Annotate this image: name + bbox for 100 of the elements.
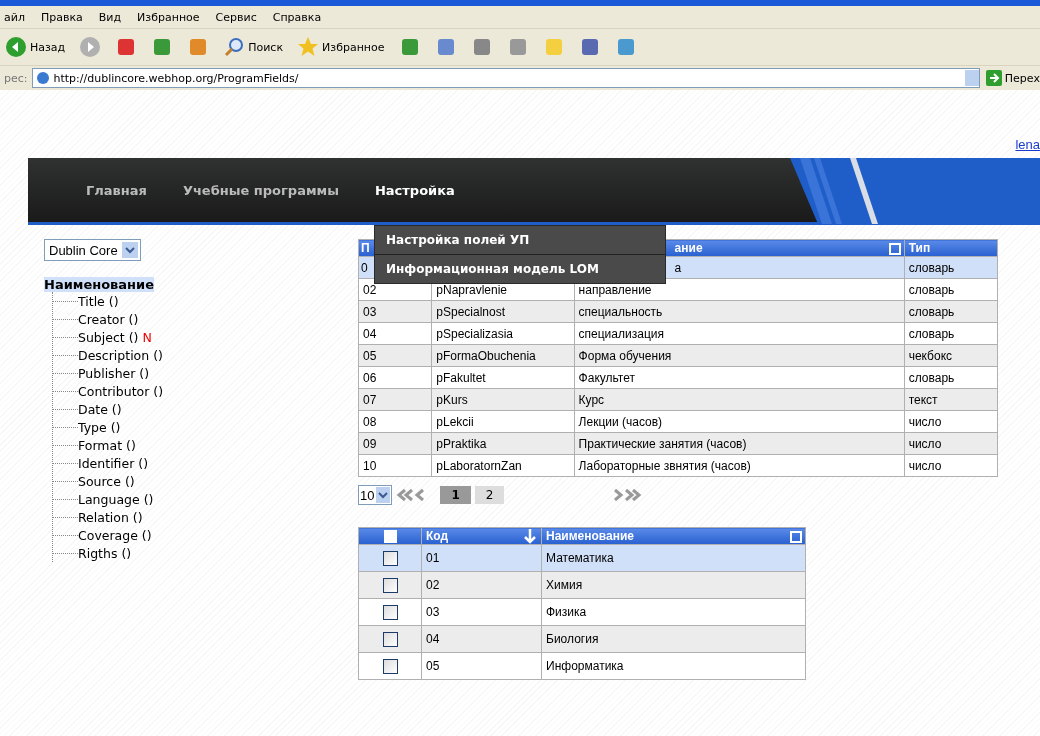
- table-cell: pLaboratornZan: [436, 458, 522, 473]
- toolbar-button[interactable]: Поиск: [218, 36, 289, 58]
- row-checkbox[interactable]: [382, 604, 398, 620]
- tree-item[interactable]: Subject (): [78, 329, 139, 345]
- table-cell: текст: [908, 392, 938, 407]
- star-icon: [297, 36, 320, 58]
- table-cell: 08: [363, 414, 377, 429]
- table-cell: словарь: [908, 282, 955, 297]
- tree-item[interactable]: Coverage (): [78, 527, 152, 543]
- table-cell: 10: [363, 458, 377, 473]
- table-cell: pNapravlenie: [436, 282, 508, 297]
- table-cell: словарь: [908, 326, 955, 341]
- column-header[interactable]: Тип: [908, 241, 931, 255]
- nav-item[interactable]: Настройка: [374, 182, 455, 198]
- browser-menu-item[interactable]: Сервис: [215, 10, 257, 24]
- page-tab[interactable]: 1: [440, 486, 471, 504]
- tree-root-item[interactable]: Наименование: [44, 277, 155, 292]
- row-checkbox[interactable]: [382, 631, 398, 647]
- tree-item[interactable]: Type (): [78, 419, 121, 435]
- flag-mark: N: [142, 329, 152, 345]
- table-cell: pPraktika: [436, 436, 487, 451]
- table-cell: 0: [361, 260, 368, 275]
- go-button[interactable]: Перех: [983, 70, 1040, 86]
- table-cell: 04: [426, 632, 440, 646]
- tree-item[interactable]: Language (): [78, 491, 154, 507]
- table-cell: pFormaObuchenia: [436, 348, 536, 363]
- table-cell: специальность: [578, 304, 663, 319]
- go-arrow-icon: [985, 70, 1002, 86]
- table-cell: pLekcii: [436, 414, 474, 429]
- table-cell: Факультет: [578, 370, 635, 385]
- column-header[interactable]: Код: [426, 529, 449, 543]
- browser-menu-item[interactable]: Вид: [98, 10, 122, 24]
- browser-menu-item[interactable]: Правка: [40, 10, 83, 24]
- table-cell: pSpecializasia: [436, 326, 514, 341]
- table-cell: pSpecialnost: [436, 304, 506, 319]
- tree-item[interactable]: Publisher (): [78, 365, 150, 381]
- browser-menu-item[interactable]: Избранное: [137, 10, 200, 24]
- table-cell: словарь: [908, 304, 955, 319]
- address-field[interactable]: http://dublincore.webhop.org/ProgramFields/: [31, 68, 980, 88]
- table-cell: 03: [363, 304, 377, 319]
- tree-item[interactable]: Date (): [78, 401, 122, 417]
- browser-menu-item[interactable]: Справка: [272, 10, 322, 24]
- tree-item[interactable]: Format (): [78, 437, 136, 453]
- table-cell: Форма обучения: [578, 348, 672, 363]
- table-cell: 04: [363, 326, 377, 341]
- table-cell: число: [908, 458, 942, 473]
- table-cell: 03: [426, 605, 440, 619]
- table-cell: 06: [363, 370, 377, 385]
- browser-menu-item[interactable]: айл: [4, 10, 25, 24]
- user-link[interactable]: lena: [1015, 137, 1040, 152]
- tree-item[interactable]: Description (): [78, 347, 163, 363]
- tree-item[interactable]: Identifier (): [78, 455, 149, 471]
- table-cell: направление: [578, 282, 652, 297]
- toolbar-button[interactable]: Избранное: [292, 36, 390, 58]
- page-tab[interactable]: 2: [474, 486, 505, 504]
- table-cell: число: [908, 436, 942, 451]
- table-cell: pFakultet: [436, 370, 486, 385]
- schema-select[interactable]: Dublin Core: [44, 239, 141, 261]
- row-checkbox[interactable]: [382, 658, 398, 674]
- table-cell: Лекции (часов): [578, 414, 663, 429]
- nav-item[interactable]: Главная: [86, 182, 147, 198]
- table-cell: Математика: [546, 551, 614, 565]
- table-cell: 05: [363, 348, 377, 363]
- table-cell: словарь: [908, 260, 955, 275]
- table-cell: Физика: [546, 605, 587, 619]
- tree-item[interactable]: Rigths (): [78, 545, 132, 561]
- column-header[interactable]: ание: [674, 241, 703, 255]
- table-cell: 02: [363, 282, 377, 297]
- tree-item[interactable]: Relation (): [78, 509, 143, 525]
- sort-down-icon[interactable]: [523, 528, 537, 544]
- dropdown-menu-item[interactable]: Информационная модель LOM: [375, 254, 665, 283]
- row-checkbox[interactable]: [382, 550, 398, 566]
- tree-item[interactable]: Creator (): [78, 311, 139, 327]
- table-cell: pKurs: [436, 392, 468, 407]
- table-cell: словарь: [908, 370, 955, 385]
- address-dropdown-button[interactable]: [964, 70, 979, 86]
- column-menu-icon[interactable]: [888, 243, 901, 255]
- table-cell: Биология: [546, 632, 599, 646]
- column-header[interactable]: П: [361, 241, 370, 255]
- row-checkbox[interactable]: [382, 577, 398, 593]
- table-cell: Химия: [546, 578, 583, 592]
- table-cell: 02: [426, 578, 440, 592]
- table-cell: 05: [426, 659, 440, 673]
- tree-item[interactable]: Source (): [78, 473, 135, 489]
- nav-item[interactable]: Учебные программы: [182, 182, 339, 198]
- table-cell: Информатика: [546, 659, 624, 673]
- tree-item[interactable]: Title (): [78, 293, 119, 309]
- table-cell: Курс: [578, 392, 605, 407]
- table-cell: специализация: [578, 326, 664, 341]
- table-cell: Практические занятия (часов): [578, 436, 747, 451]
- table-cell: 09: [363, 436, 377, 451]
- toolbar-button[interactable]: Назад: [0, 36, 71, 58]
- table-cell: 01: [426, 551, 440, 565]
- tree-item[interactable]: Contributor (): [78, 383, 164, 399]
- table-cell: а: [674, 260, 682, 275]
- dropdown-menu-item[interactable]: Настройка полей УП: [375, 226, 665, 254]
- address-label: рес:: [4, 71, 28, 85]
- table-cell: Лабораторные звнятия (часов): [578, 458, 751, 473]
- page-size-select[interactable]: 10: [358, 485, 393, 505]
- column-menu-icon[interactable]: [790, 531, 802, 543]
